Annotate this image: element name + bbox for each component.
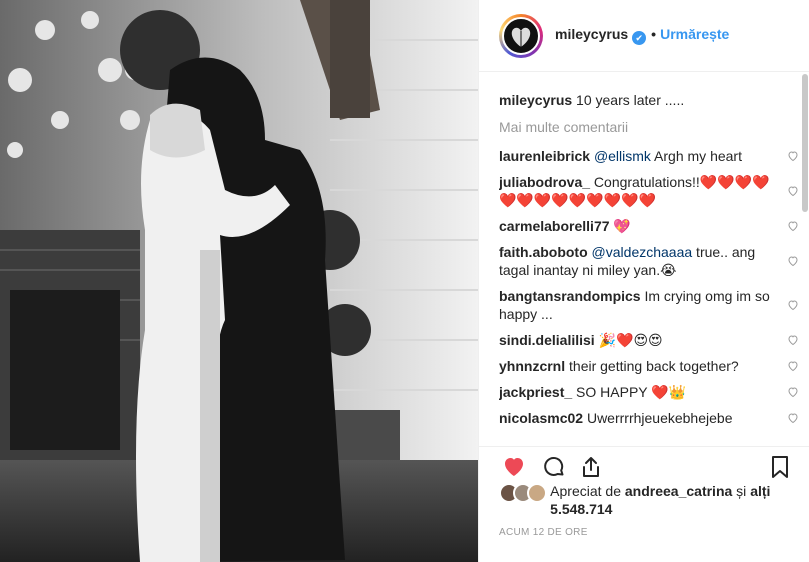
verified-badge-icon: ✔ [632, 31, 647, 46]
comment-username-link[interactable]: carmelaborelli77 [499, 218, 610, 234]
comment-item: laurenleibrick @ellismk Argh my heart [499, 143, 799, 169]
comment-text: Argh my heart [650, 148, 742, 164]
comment-text: their getting back together? [565, 358, 739, 374]
share-upload-icon[interactable] [579, 455, 603, 479]
heart-outline-icon[interactable] [787, 412, 799, 424]
liker-avatar [527, 483, 547, 503]
comment-username-link[interactable]: juliabodrova_ [499, 174, 590, 190]
heart-outline-icon[interactable] [787, 255, 799, 267]
post-timestamp[interactable]: ACUM 12 DE ORE [499, 527, 588, 538]
post-header: mileycyrus ✔ • Urmărește [479, 0, 809, 72]
comments-scrollbar[interactable] [802, 74, 808, 212]
comment-text: Uwerrrrhjeuekebhejebe [583, 410, 733, 426]
comment-item: sindi.delialilisi 🎉❤️😍😍 [499, 327, 799, 353]
comment-text: SO HAPPY ❤️👑 [572, 384, 687, 400]
comment-username-link[interactable]: laurenleibrick [499, 148, 590, 164]
post-caption: mileycyrus 10 years later ..... [499, 80, 799, 115]
likes-middle: și [732, 483, 751, 499]
comment-mention-link[interactable]: @valdezchaaaa [592, 244, 693, 260]
speech-bubble-icon[interactable] [541, 455, 567, 479]
heart-outline-icon[interactable] [787, 334, 799, 346]
heart-outline-icon[interactable] [787, 299, 799, 311]
follow-button[interactable]: Urmărește [660, 26, 729, 42]
comments-list[interactable]: mileycyrus 10 years later ..... Mai mult… [499, 80, 799, 438]
comment-mention-link[interactable]: @ellismk [594, 148, 651, 164]
wedding-photo-image [0, 0, 478, 562]
comment-item: bangtansrandompics Im crying omg im so h… [499, 283, 799, 327]
heart-outline-icon[interactable] [787, 150, 799, 162]
caption-username-link[interactable]: mileycyrus [499, 92, 572, 108]
avatar-story-ring[interactable] [499, 13, 543, 58]
likes-text: Apreciat de andreea_catrina și alți 5.54… [550, 482, 799, 518]
comment-username-link[interactable]: jackpriest_ [499, 384, 572, 400]
comment-username-link[interactable]: nicolasmc02 [499, 410, 583, 426]
comment-item: nicolasmc02 Uwerrrrhjeuekebhejebe [499, 405, 799, 431]
author-username-link[interactable]: mileycyrus [555, 26, 628, 42]
comment-text: 🎉❤️😍😍 [594, 332, 663, 348]
avatar[interactable] [502, 16, 540, 55]
comment-username-link[interactable]: yhnnzcrnl [499, 358, 565, 374]
likes-prefix: Apreciat de [550, 483, 625, 499]
heart-outline-icon[interactable] [787, 386, 799, 398]
heart-outline-icon[interactable] [787, 220, 799, 232]
bookmark-icon[interactable] [769, 455, 791, 479]
comment-item: carmelaborelli77 💖 [499, 213, 799, 239]
comment-item: yhnnzcrnl their getting back together? [499, 353, 799, 379]
comment-item: juliabodrova_ Congratulations!!❤️❤️❤️❤️❤… [499, 169, 799, 213]
heart-outline-icon[interactable] [787, 360, 799, 372]
avatar-image [511, 27, 531, 47]
post-author: mileycyrus ✔ • Urmărește [555, 26, 729, 46]
caption-text: 10 years later ..... [572, 92, 685, 108]
comment-item: faith.aboboto @valdezchaaaa true.. ang t… [499, 239, 799, 283]
heart-outline-icon[interactable] [787, 185, 799, 197]
liker-username-link[interactable]: andreea_catrina [625, 483, 732, 499]
heart-filled-icon[interactable] [501, 455, 527, 479]
comment-username-link[interactable]: bangtansrandompics [499, 288, 641, 304]
comment-username-link[interactable]: faith.aboboto [499, 244, 588, 260]
comment-text: 💖 [609, 218, 631, 234]
comment-username-link[interactable]: sindi.delialilisi [499, 332, 595, 348]
liker-avatars[interactable] [499, 483, 547, 503]
post-details-panel: mileycyrus ✔ • Urmărește mileycyrus 10 year… [478, 0, 809, 562]
post-photo[interactable] [0, 0, 478, 562]
separator-dot: • [651, 25, 657, 42]
likes-summary: Apreciat de andreea_catrina și alți 5.54… [499, 482, 799, 518]
comment-item: jackpriest_ SO HAPPY ❤️👑 [499, 379, 799, 405]
load-more-comments-button[interactable]: Mai multe comentarii [499, 119, 799, 135]
post-actions-bar [479, 446, 809, 478]
post-modal: mileycyrus ✔ • Urmărește mileycyrus 10 year… [0, 0, 809, 562]
